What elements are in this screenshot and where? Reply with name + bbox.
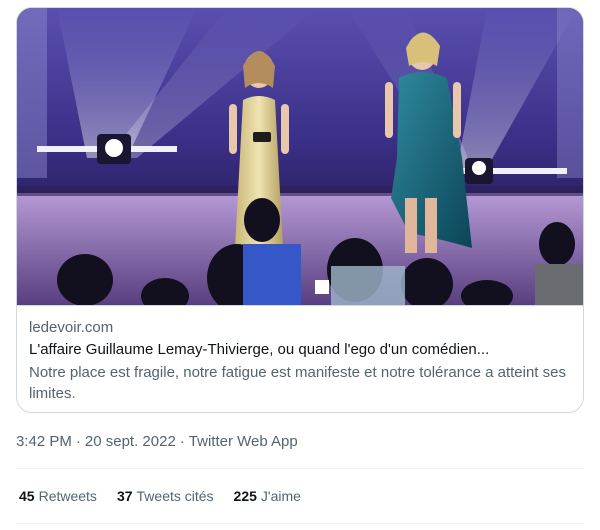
divider-bottom [16,523,584,524]
tweet-time[interactable]: 3:42 PM [16,433,72,450]
card-divider [17,305,583,306]
link-title: L'affaire Guillaume Lemay-Thivierge, ou … [29,341,490,358]
likes-stat[interactable]: 225 J'aime [234,486,301,506]
retweets-label: Retweets [38,488,97,504]
link-preview-image[interactable] [17,8,583,305]
tweet-timestamp-row: 3:42 PM · 20 sept. 2022 · Twitter Web App [16,432,298,452]
link-preview-text[interactable]: ledevoir.com L'affaire Guillaume Lemay-T… [29,318,575,404]
quotes-count: 37 [116,488,133,504]
link-preview-card[interactable]: ledevoir.com L'affaire Guillaume Lemay-T… [16,7,584,413]
quote-tweets-stat[interactable]: 37 Tweets cités [117,486,214,506]
tweet-stats: 45 Retweets 37 Tweets cités 225 J'aime [19,486,301,506]
divider [16,468,584,469]
likes-count: 225 [233,488,257,504]
tweet-source[interactable]: Twitter Web App [189,433,298,450]
quotes-label: Tweets cités [136,488,214,504]
link-description: Notre place est fragile, notre fatigue e… [29,364,566,402]
retweets-count: 45 [19,488,35,504]
tweet-date[interactable]: 20 sept. 2022 [85,433,176,450]
stage-photo [17,8,583,305]
meta-separator: · [75,433,81,450]
link-domain: ledevoir.com [29,319,114,336]
meta-separator-2: · [179,433,185,450]
retweets-stat[interactable]: 45 Retweets [19,486,97,506]
likes-label: J'aime [260,488,301,504]
